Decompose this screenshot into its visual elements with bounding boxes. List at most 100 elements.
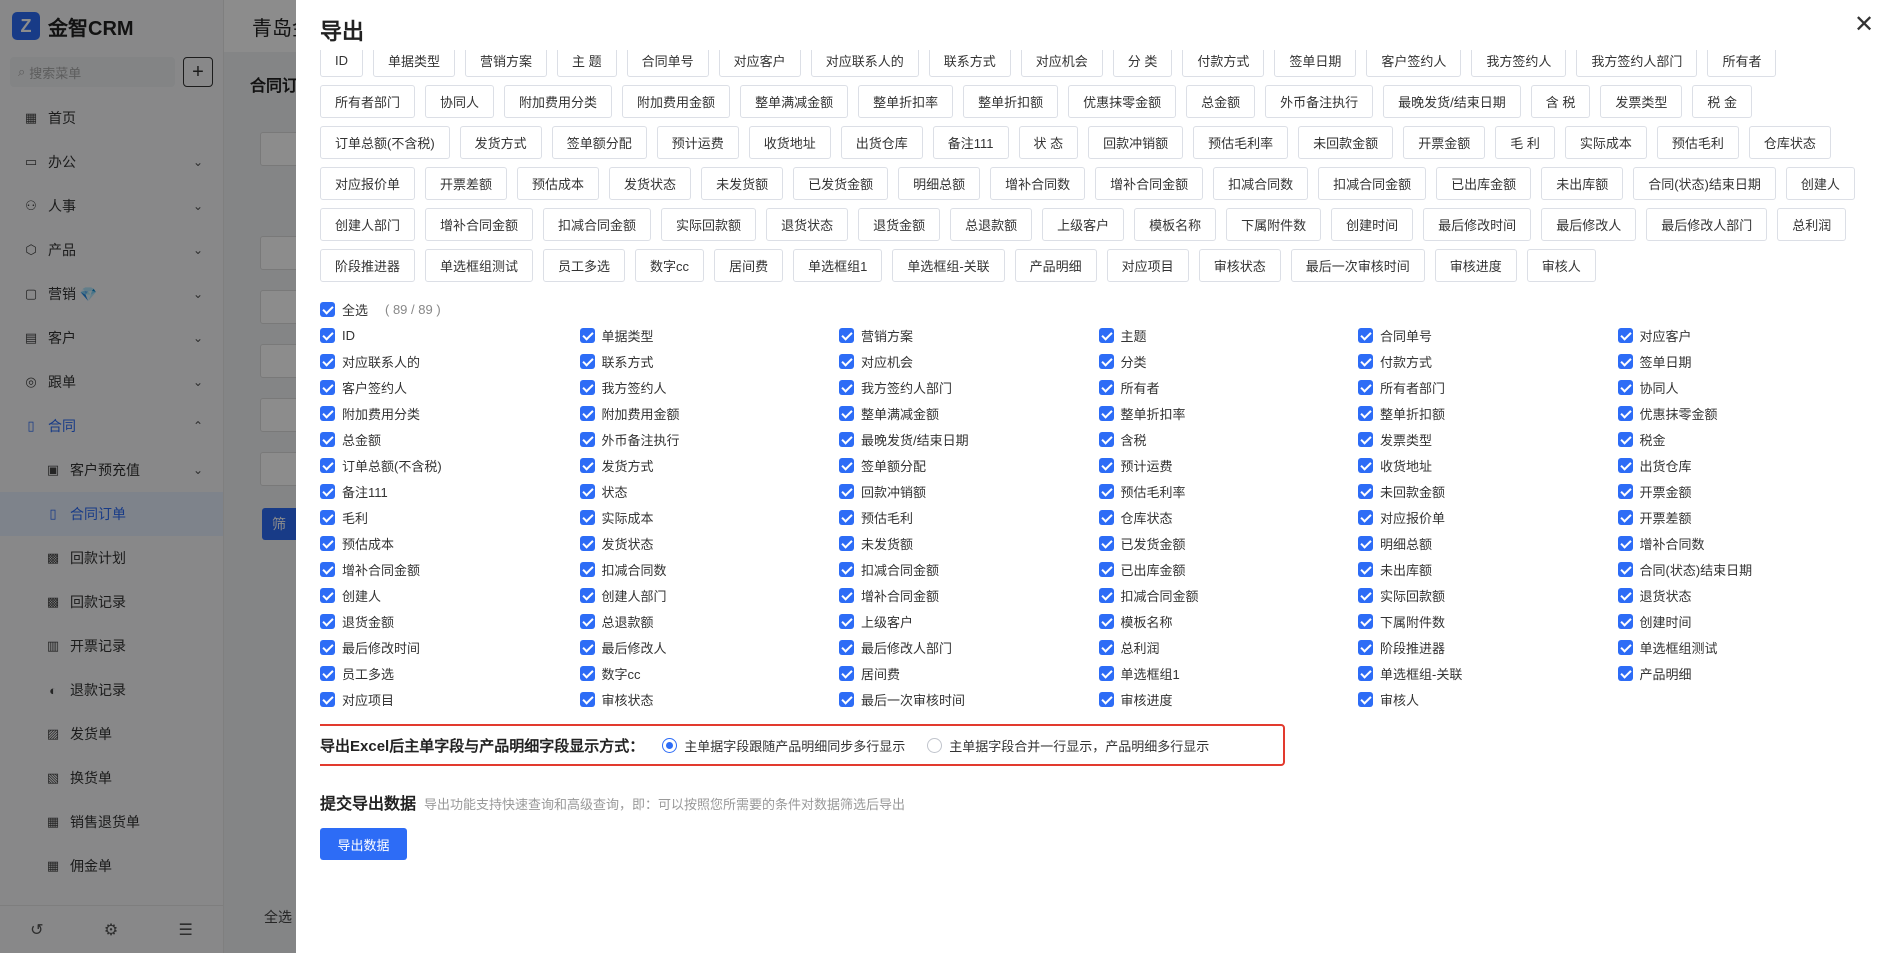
field-tag[interactable]: 收货地址 bbox=[748, 126, 831, 159]
field-checkbox[interactable]: 上级客户 bbox=[839, 608, 1099, 634]
field-tag[interactable]: 毛 利 bbox=[1495, 126, 1555, 159]
field-tag[interactable]: 整单折扣率 bbox=[858, 85, 954, 118]
field-checkbox[interactable]: 阶段推进器 bbox=[1358, 634, 1618, 660]
field-tag[interactable]: 发货方式 bbox=[459, 126, 542, 159]
field-tag[interactable]: 扣减合同数 bbox=[1213, 167, 1309, 200]
field-checkbox[interactable]: 总退款额 bbox=[579, 608, 840, 634]
field-tag[interactable]: 扣减合同金额 bbox=[1318, 167, 1427, 200]
field-tag[interactable]: 创建时间 bbox=[1331, 208, 1414, 241]
field-checkbox[interactable]: 产品明细 bbox=[1617, 660, 1878, 686]
field-tag[interactable]: 对应机会 bbox=[1020, 50, 1103, 77]
field-checkbox[interactable]: 附加费用金额 bbox=[579, 400, 840, 426]
field-checkbox[interactable]: 备注111 bbox=[320, 478, 580, 504]
field-checkbox[interactable]: 增补合同金额 bbox=[839, 582, 1099, 608]
field-tag[interactable]: 预计运费 bbox=[656, 126, 739, 159]
field-tag[interactable]: 我方签约人部门 bbox=[1576, 50, 1698, 77]
field-checkbox[interactable]: 单选框组1 bbox=[1098, 660, 1359, 686]
field-checkbox[interactable]: 审核人 bbox=[1358, 686, 1618, 712]
field-checkbox[interactable]: 单选框组测试 bbox=[1617, 634, 1878, 660]
field-checkbox[interactable]: 回款冲销额 bbox=[839, 478, 1099, 504]
field-tag[interactable]: 客户签约人 bbox=[1366, 50, 1462, 77]
field-checkbox[interactable]: 发货状态 bbox=[579, 530, 840, 556]
field-checkbox[interactable]: 税金 bbox=[1617, 426, 1878, 452]
field-checkbox[interactable]: 创建时间 bbox=[1617, 608, 1878, 634]
field-checkbox[interactable]: 未出库额 bbox=[1358, 556, 1618, 582]
field-tag[interactable]: 审核进度 bbox=[1434, 249, 1517, 282]
field-tag[interactable]: 扣减合同金额 bbox=[543, 208, 652, 241]
field-checkbox[interactable]: 收货地址 bbox=[1358, 452, 1618, 478]
field-checkbox[interactable]: 实际回款额 bbox=[1358, 582, 1618, 608]
field-tag[interactable]: 最晚发货/结束日期 bbox=[1383, 85, 1521, 118]
field-checkbox[interactable]: 最后一次审核时间 bbox=[839, 686, 1099, 712]
field-tag[interactable]: 整单折扣额 bbox=[963, 85, 1059, 118]
field-tag[interactable]: 整单满减金额 bbox=[740, 85, 849, 118]
field-tag[interactable]: 预估成本 bbox=[517, 167, 600, 200]
field-tag[interactable]: 下属附件数 bbox=[1226, 208, 1322, 241]
field-checkbox[interactable]: 预估成本 bbox=[320, 530, 580, 556]
field-checkbox[interactable]: 未回款金额 bbox=[1358, 478, 1618, 504]
field-checkbox[interactable]: 单选框组-关联 bbox=[1358, 660, 1618, 686]
field-checkbox[interactable]: 附加费用分类 bbox=[320, 400, 580, 426]
export-data-button[interactable]: 导出数据 bbox=[320, 828, 407, 860]
field-checkbox[interactable]: 创建人部门 bbox=[579, 582, 840, 608]
field-checkbox[interactable]: 付款方式 bbox=[1358, 348, 1618, 374]
field-tag[interactable]: 总退款额 bbox=[950, 208, 1033, 241]
field-checkbox[interactable]: 已出库金额 bbox=[1098, 556, 1359, 582]
field-checkbox[interactable]: 员工多选 bbox=[320, 660, 580, 686]
field-checkbox[interactable]: 居间费 bbox=[839, 660, 1099, 686]
field-tag[interactable]: 主 题 bbox=[557, 50, 617, 77]
field-tag[interactable]: 合同单号 bbox=[626, 50, 709, 77]
field-tag[interactable]: 增补合同金额 bbox=[1095, 167, 1204, 200]
field-tag[interactable]: 合同(状态)结束日期 bbox=[1633, 167, 1776, 200]
field-checkbox[interactable]: 优惠抹零金额 bbox=[1617, 400, 1878, 426]
field-tag[interactable]: 总利润 bbox=[1777, 208, 1847, 241]
field-tag[interactable]: 已发货金额 bbox=[793, 167, 889, 200]
field-checkbox[interactable]: 订单总额(不含税) bbox=[320, 452, 580, 478]
field-checkbox[interactable]: 含税 bbox=[1098, 426, 1359, 452]
field-tag[interactable]: 实际成本 bbox=[1564, 126, 1647, 159]
field-tag[interactable]: 营销方案 bbox=[465, 50, 548, 77]
field-checkbox[interactable]: 实际成本 bbox=[579, 504, 840, 530]
field-checkbox[interactable]: 总利润 bbox=[1098, 634, 1359, 660]
field-tag[interactable]: 状 态 bbox=[1018, 126, 1079, 159]
field-checkbox[interactable]: 对应联系人的 bbox=[320, 348, 580, 374]
field-tag[interactable]: 附加费用金额 bbox=[622, 85, 731, 118]
field-tag[interactable]: 最后修改时间 bbox=[1423, 208, 1532, 241]
field-checkbox[interactable]: 最后修改人部门 bbox=[839, 634, 1099, 660]
field-tag[interactable]: 对应项目 bbox=[1106, 249, 1189, 282]
field-tag[interactable]: 单选框组-关联 bbox=[892, 249, 1005, 282]
field-checkbox[interactable]: 分类 bbox=[1098, 348, 1359, 374]
field-checkbox[interactable]: 数字cc bbox=[579, 660, 840, 686]
field-tag[interactable]: 回款冲销额 bbox=[1088, 126, 1184, 159]
field-tag[interactable]: 上级客户 bbox=[1042, 208, 1125, 241]
field-tag[interactable]: 开票金额 bbox=[1403, 126, 1486, 159]
field-tag[interactable]: 外币备注执行 bbox=[1265, 85, 1374, 118]
field-tag[interactable]: 最后修改人部门 bbox=[1646, 208, 1768, 241]
field-checkbox[interactable]: 最后修改人 bbox=[579, 634, 840, 660]
field-checkbox[interactable]: 最晚发货/结束日期 bbox=[839, 426, 1099, 452]
display-mode-option-2[interactable]: 主单据字段合并一行显示，产品明细多行显示 bbox=[927, 736, 1209, 755]
select-all-checkbox[interactable]: 全选 ( 89 / 89 ) bbox=[320, 296, 1879, 322]
field-tag[interactable]: ID bbox=[320, 50, 363, 77]
field-tag[interactable]: 未回款金额 bbox=[1298, 126, 1394, 159]
field-tag[interactable]: 实际回款额 bbox=[661, 208, 757, 241]
field-checkbox[interactable]: 所有者 bbox=[1098, 374, 1359, 400]
field-tag[interactable]: 分 类 bbox=[1112, 50, 1173, 77]
field-tag[interactable]: 优惠抹零金额 bbox=[1068, 85, 1177, 118]
field-tag[interactable]: 模板名称 bbox=[1134, 208, 1217, 241]
field-checkbox[interactable]: 发货方式 bbox=[579, 452, 840, 478]
field-checkbox[interactable]: 扣减合同金额 bbox=[839, 556, 1099, 582]
field-tag[interactable]: 审核状态 bbox=[1198, 249, 1281, 282]
field-checkbox[interactable]: 单据类型 bbox=[579, 322, 840, 348]
field-checkbox[interactable]: 对应客户 bbox=[1617, 322, 1878, 348]
field-tag[interactable]: 附加费用分类 bbox=[504, 85, 613, 118]
field-tag[interactable]: 仓库状态 bbox=[1748, 126, 1831, 159]
field-tag[interactable]: 签单额分配 bbox=[551, 126, 647, 159]
field-tag[interactable]: 员工多选 bbox=[543, 249, 626, 282]
field-checkbox[interactable]: 审核进度 bbox=[1098, 686, 1359, 712]
field-tag[interactable]: 总金额 bbox=[1186, 85, 1256, 118]
field-checkbox[interactable]: 签单额分配 bbox=[839, 452, 1099, 478]
display-mode-option-1[interactable]: 主单据字段跟随产品明细同步多行显示 bbox=[662, 736, 905, 755]
field-tag[interactable]: 协同人 bbox=[425, 85, 495, 118]
field-tag[interactable]: 含 税 bbox=[1530, 85, 1591, 118]
